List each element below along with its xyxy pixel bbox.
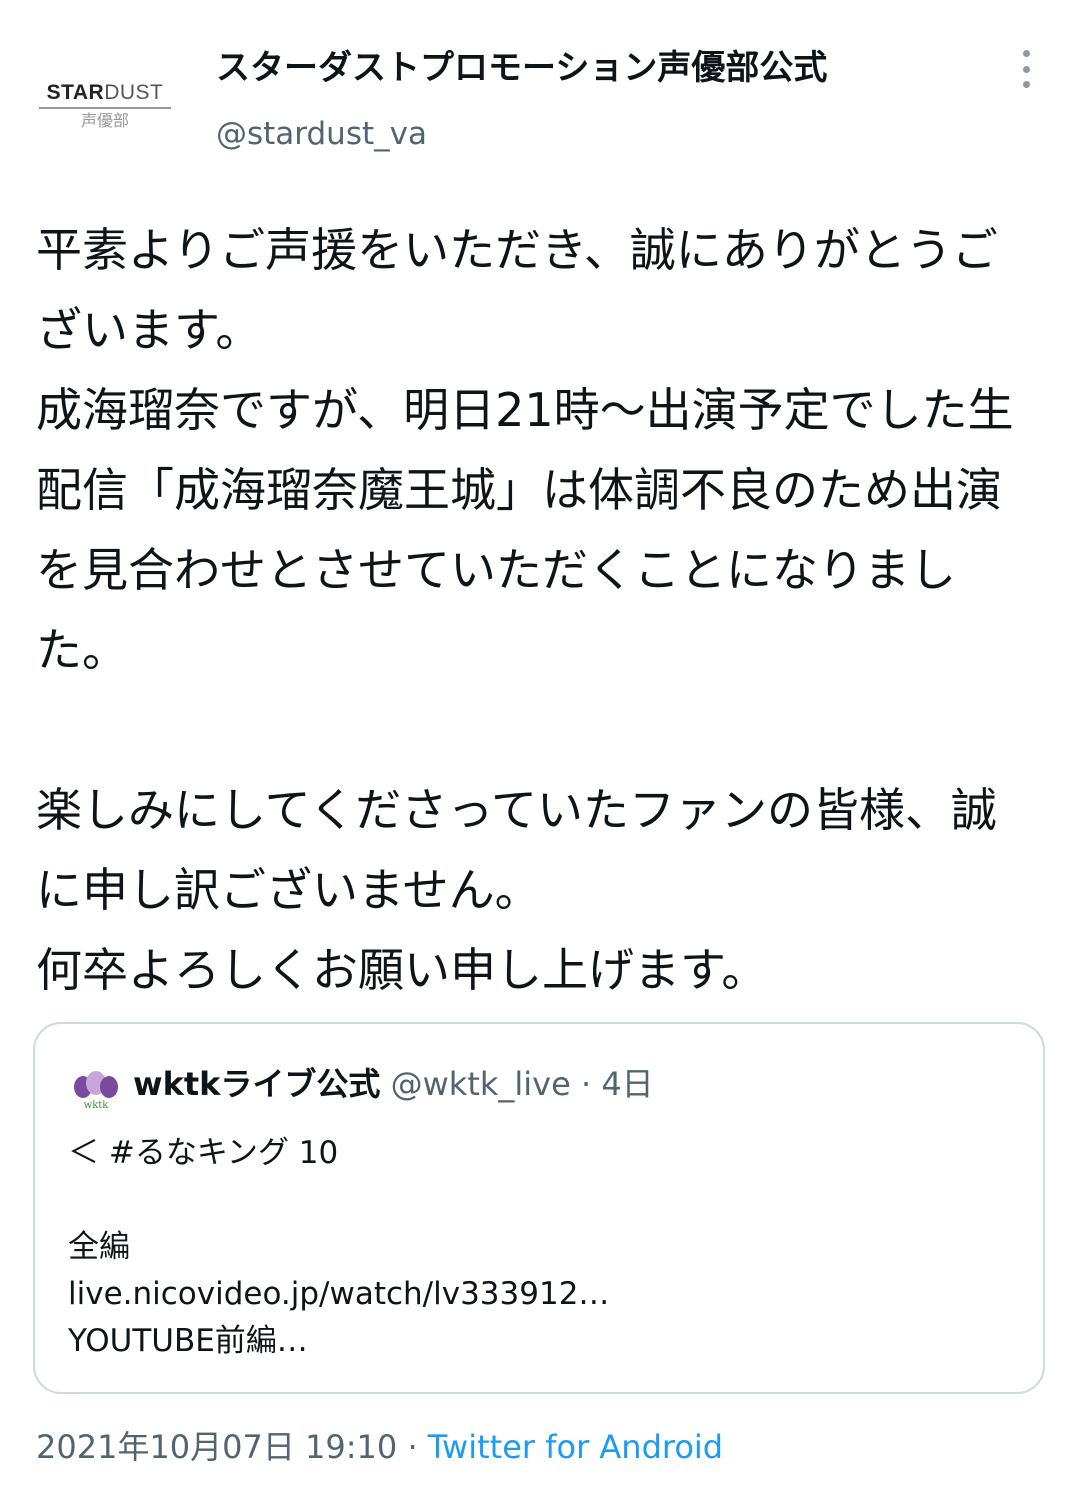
- tweet-paragraph: 楽しみにしてくださっていたファンの皆様、誠に申し訳ございません。 何卒よろしくお…: [36, 783, 997, 997]
- tweet-paragraph: 平素よりご声援をいただき、誠にありがとうございます。 成海瑠奈ですが、明日21時…: [36, 223, 1014, 677]
- author-handle[interactable]: @stardust_va: [216, 112, 427, 156]
- quoted-line: ＜ #るなキング 10: [68, 1135, 339, 1171]
- tweet-source-link[interactable]: Twitter for Android: [428, 1428, 723, 1466]
- tweet-timestamp[interactable]: 2021年10月07日 19:10: [36, 1428, 397, 1466]
- author-avatar[interactable]: STARDUST 声優部: [30, 30, 180, 180]
- quoted-line: 全編: [68, 1229, 130, 1265]
- quoted-handle: @wktk_live: [390, 1065, 571, 1103]
- svg-text:wktk: wktk: [84, 1100, 110, 1110]
- tweet-footer: 2021年10月07日 19:10 · Twitter for Android: [36, 1425, 723, 1469]
- quoted-tweet-header: wktkライブ公式 @wktk_live · 4日: [133, 1062, 654, 1106]
- footer-separator: ·: [407, 1428, 418, 1466]
- quoted-line: YOUTUBE前編…: [68, 1323, 308, 1359]
- wktk-logo-icon: wktk: [74, 1071, 118, 1110]
- tweet-text: 平素よりご声援をいただき、誠にありがとうございます。 成海瑠奈ですが、明日21時…: [36, 210, 1036, 1010]
- quoted-line: [68, 1177, 609, 1224]
- quoted-display-name: wktkライブ公式: [133, 1065, 381, 1103]
- quoted-separator: ·: [580, 1065, 592, 1103]
- quoted-tweet-text: ＜ #るなキング 10 全編 live.nicovideo.jp/watch/l…: [68, 1130, 609, 1365]
- logo-subtitle: 声優部: [80, 110, 129, 130]
- quoted-time: 4日: [601, 1065, 654, 1103]
- stardust-logo: STARDUST: [46, 80, 164, 104]
- more-options-icon[interactable]: [1006, 44, 1046, 94]
- logo-divider: [39, 106, 171, 109]
- quoted-link[interactable]: live.nicovideo.jp/watch/lv333912…: [68, 1271, 609, 1318]
- quoted-tweet[interactable]: wktk wktkライブ公式 @wktk_live · 4日 ＜ #るなキング …: [33, 1022, 1045, 1394]
- tweet-detail: STARDUST 声優部 スターダストプロモーション声優部公式 @stardus…: [0, 0, 1080, 1495]
- author-display-name[interactable]: スターダストプロモーション声優部公式: [216, 46, 827, 90]
